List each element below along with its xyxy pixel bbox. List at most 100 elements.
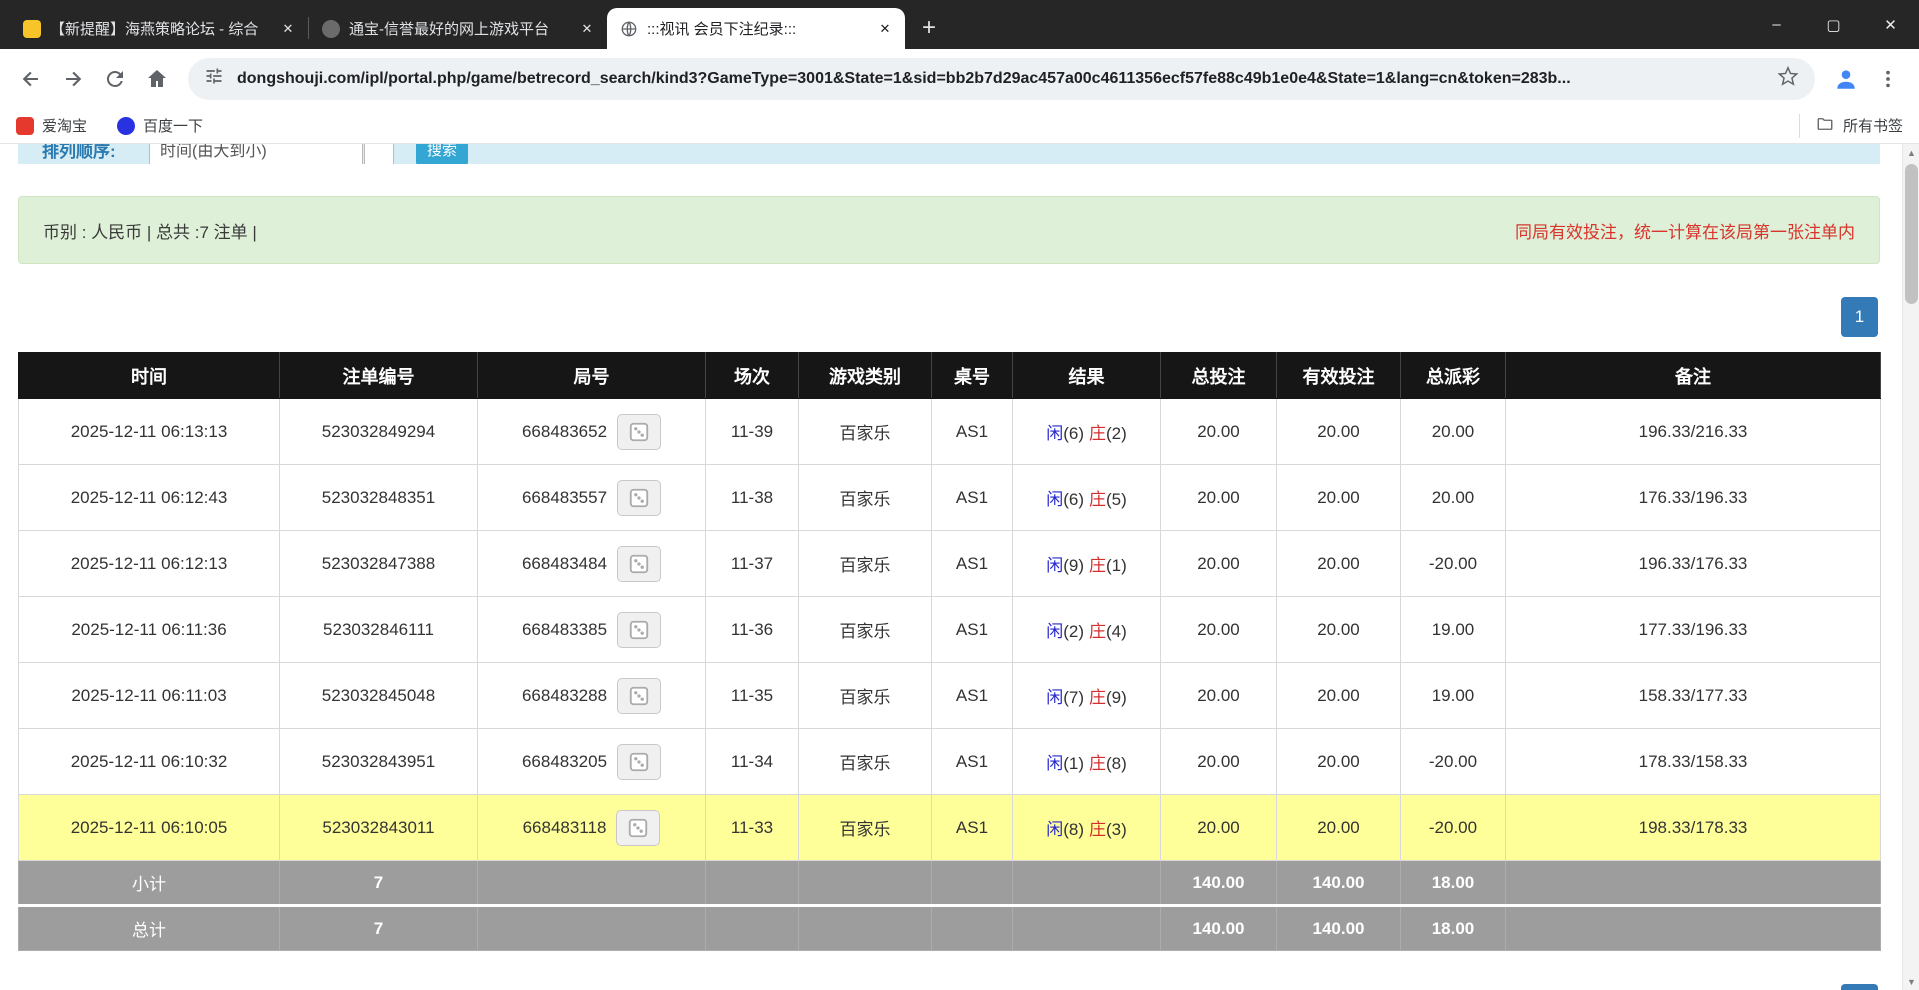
dice-icon bbox=[628, 487, 650, 509]
tab-title: :::视讯 会员下注纪录::: bbox=[647, 18, 866, 39]
cell-bet-no: 523032845048 bbox=[280, 663, 478, 729]
cell-total-bet[interactable]: 20.00 bbox=[1161, 729, 1277, 795]
banker-result: 庄 bbox=[1089, 490, 1106, 509]
total-valid-bet: 140.00 bbox=[1277, 906, 1401, 951]
table-row: 2025-12-11 06:10:05 523032843011 6684831… bbox=[19, 795, 1881, 861]
cell-round-no: 668483205 bbox=[478, 729, 706, 795]
subtotal-row: 小计 7 140.00 140.00 18.00 bbox=[19, 861, 1881, 906]
table-body: 2025-12-11 06:13:13 523032849294 6684836… bbox=[19, 399, 1881, 861]
home-button[interactable] bbox=[136, 58, 178, 100]
profile-avatar[interactable] bbox=[1825, 58, 1867, 100]
replay-button[interactable] bbox=[617, 612, 661, 648]
cell-payout: 20.00 bbox=[1401, 399, 1506, 465]
cell-total-bet[interactable]: 20.00 bbox=[1161, 663, 1277, 729]
forward-button[interactable] bbox=[52, 58, 94, 100]
close-button[interactable]: ✕ bbox=[1862, 0, 1919, 49]
cell-table-no: AS1 bbox=[932, 663, 1013, 729]
tab-forum[interactable]: 【新提醒】海燕策略论坛 - 综合 bbox=[10, 8, 308, 49]
table-row: 2025-12-11 06:12:13 523032847388 6684834… bbox=[19, 531, 1881, 597]
back-button[interactable] bbox=[10, 58, 52, 100]
table-row: 2025-12-11 06:13:13 523032849294 6684836… bbox=[19, 399, 1881, 465]
player-points: (6) bbox=[1063, 424, 1084, 443]
total-label: 总计 bbox=[19, 906, 280, 951]
tab-bet-records-active[interactable]: :::视讯 会员下注纪录::: bbox=[607, 8, 905, 49]
new-tab-button[interactable]: + bbox=[914, 13, 944, 43]
dice-icon bbox=[628, 685, 650, 707]
minimize-button[interactable]: – bbox=[1748, 0, 1805, 49]
replay-button[interactable] bbox=[617, 480, 661, 516]
cell-payout: 20.00 bbox=[1401, 465, 1506, 531]
cell-valid-bet: 20.00 bbox=[1277, 729, 1401, 795]
replay-button[interactable] bbox=[617, 678, 661, 714]
cell-note: 196.33/176.33 bbox=[1506, 531, 1881, 597]
url-text[interactable]: dongshouji.com/ipl/portal.php/game/betre… bbox=[237, 70, 1764, 88]
cell-note: 198.33/178.33 bbox=[1506, 795, 1881, 861]
cell-session: 11-35 bbox=[706, 663, 799, 729]
page-1-button[interactable]: 1 bbox=[1841, 297, 1878, 337]
browser-tab-strip: 【新提醒】海燕策略论坛 - 综合 通宝-信誉最好的网上游戏平台 :::视讯 会员… bbox=[0, 0, 1919, 49]
cell-round-no: 668483484 bbox=[478, 531, 706, 597]
bookmark-baidu[interactable]: 百度一下 bbox=[117, 115, 203, 136]
cell-time: 2025-12-11 06:11:03 bbox=[19, 663, 280, 729]
scrollbar-thumb[interactable] bbox=[1905, 164, 1918, 304]
bookmark-label: 爱淘宝 bbox=[42, 115, 87, 136]
cell-table-no: AS1 bbox=[932, 597, 1013, 663]
filter-mini-select[interactable] bbox=[364, 144, 394, 164]
cell-total-bet[interactable]: 20.00 bbox=[1161, 399, 1277, 465]
sort-order-select[interactable]: 时间(由大到小) bbox=[149, 144, 363, 164]
cell-table-no: AS1 bbox=[932, 465, 1013, 531]
replay-button[interactable] bbox=[617, 546, 661, 582]
replay-button[interactable] bbox=[617, 414, 661, 450]
tab-close-icon[interactable] bbox=[577, 19, 597, 39]
cell-time: 2025-12-11 06:10:05 bbox=[19, 795, 280, 861]
cell-bet-no: 523032846111 bbox=[280, 597, 478, 663]
player-result: 闲 bbox=[1046, 556, 1063, 575]
taobao-icon bbox=[16, 117, 34, 135]
bookmark-taobao[interactable]: 爱淘宝 bbox=[16, 115, 87, 136]
player-result: 闲 bbox=[1046, 688, 1063, 707]
replay-button[interactable] bbox=[617, 744, 661, 780]
scrollbar-down-arrow[interactable]: ▼ bbox=[1903, 973, 1919, 990]
cell-total-bet[interactable]: 20.00 bbox=[1161, 465, 1277, 531]
tune-icon[interactable] bbox=[204, 66, 224, 91]
reload-button[interactable] bbox=[94, 58, 136, 100]
all-bookmarks-button[interactable]: 所有书签 bbox=[1799, 114, 1903, 138]
player-result: 闲 bbox=[1046, 754, 1063, 773]
cell-total-bet[interactable]: 20.00 bbox=[1161, 531, 1277, 597]
maximize-button[interactable]: ▢ bbox=[1805, 0, 1862, 49]
player-points: (1) bbox=[1063, 754, 1084, 773]
sort-order-label: 排列顺序: bbox=[42, 144, 116, 162]
empty-cell bbox=[799, 861, 932, 906]
empty-cell bbox=[932, 861, 1013, 906]
cell-note: 158.33/177.33 bbox=[1506, 663, 1881, 729]
col-header-valid-bet: 有效投注 bbox=[1277, 353, 1401, 399]
cell-total-bet[interactable]: 20.00 bbox=[1161, 795, 1277, 861]
col-header-round-no: 局号 bbox=[478, 353, 706, 399]
tab-tongbao[interactable]: 通宝-信誉最好的网上游戏平台 bbox=[309, 8, 607, 49]
cell-session: 11-39 bbox=[706, 399, 799, 465]
tab-close-icon[interactable] bbox=[875, 19, 895, 39]
tab-close-icon[interactable] bbox=[278, 19, 298, 39]
menu-kebab-icon[interactable] bbox=[1867, 58, 1909, 100]
page-scrollbar[interactable]: ▲ ▼ bbox=[1902, 144, 1919, 990]
pagination-bottom-partial[interactable] bbox=[1841, 984, 1878, 990]
search-button[interactable]: 搜索 bbox=[416, 144, 468, 164]
cell-result: 闲(9)庄(1) bbox=[1013, 531, 1161, 597]
dice-icon bbox=[628, 421, 650, 443]
all-bookmarks-label: 所有书签 bbox=[1843, 115, 1903, 136]
cell-total-bet[interactable]: 20.00 bbox=[1161, 597, 1277, 663]
address-bar[interactable]: dongshouji.com/ipl/portal.php/game/betre… bbox=[188, 58, 1815, 100]
replay-button[interactable] bbox=[616, 810, 660, 846]
bookmark-star-icon[interactable] bbox=[1777, 65, 1799, 92]
empty-cell bbox=[1013, 861, 1161, 906]
player-result: 闲 bbox=[1046, 820, 1063, 839]
subtotal-payout: 18.00 bbox=[1401, 861, 1506, 906]
col-header-session: 场次 bbox=[706, 353, 799, 399]
dice-icon bbox=[628, 751, 650, 773]
player-result: 闲 bbox=[1046, 622, 1063, 641]
scrollbar-up-arrow[interactable]: ▲ bbox=[1903, 144, 1919, 161]
player-points: (7) bbox=[1063, 688, 1084, 707]
cell-payout: -20.00 bbox=[1401, 729, 1506, 795]
col-header-table-no: 桌号 bbox=[932, 353, 1013, 399]
window-controls: – ▢ ✕ bbox=[1748, 0, 1919, 49]
